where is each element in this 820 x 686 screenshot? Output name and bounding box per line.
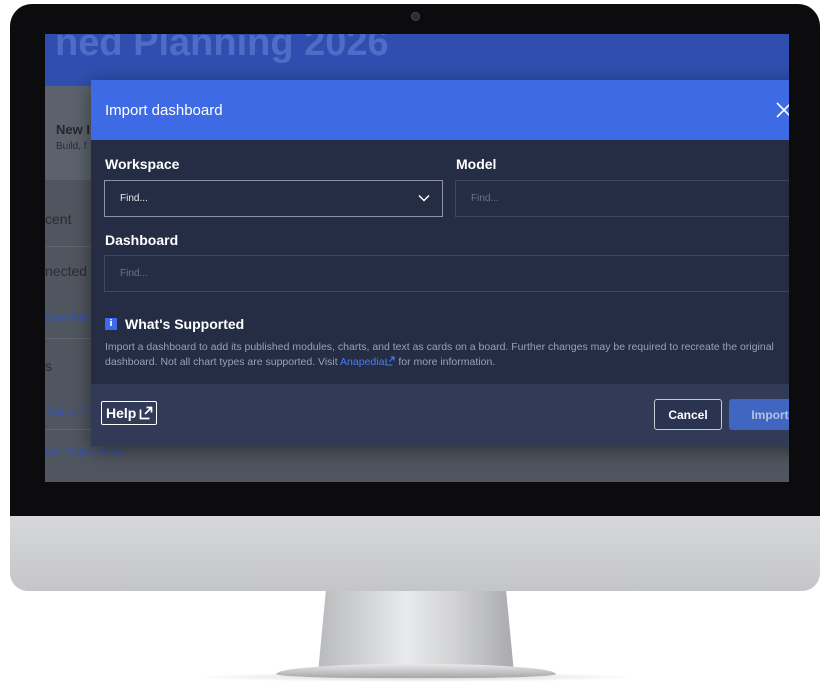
monitor-stand-neck [318,591,514,673]
workspace-label: Workspace [105,156,180,172]
section-heading: s [45,358,52,374]
webcam [411,12,420,21]
whats-supported-title: What's Supported [125,316,245,332]
divider [45,338,91,339]
anapedia-link-label: Anapedia [340,356,385,368]
import-button[interactable]: Import [729,399,789,430]
model-label: Model [456,156,497,172]
new-card-title: New I [56,122,90,137]
monitor-chin [10,516,820,591]
screen: ned Planning 2026 New I Build, f cent ne… [45,34,789,482]
dashboard-input[interactable] [104,255,789,292]
new-card-subtitle: Build, f [56,141,87,152]
import-dashboard-dialog: Import dashboard Workspace Find... Model… [91,80,789,446]
cancel-button[interactable]: Cancel [654,399,722,430]
divider [45,429,91,430]
model-input[interactable] [455,180,789,217]
connected-plan-link[interactable]: cted Pla [45,311,88,325]
app-title: ned Planning 2026 [55,34,389,64]
info-icon: i [105,318,117,330]
monitor-stand-base [276,664,556,678]
dashboard-label: Dashboard [105,232,179,248]
recent-heading: cent [45,211,72,227]
external-link-icon [385,356,395,366]
final-sales-plan-link[interactable]: nal Sales Plan [45,445,122,459]
help-button[interactable]: Help [101,401,157,425]
chevron-down-icon [418,194,430,202]
app-header: ned Planning 2026 [45,34,789,86]
workspace-select[interactable]: Find... [104,180,443,217]
anapedia-link[interactable]: Anapedia [340,356,395,368]
help-button-label: Help [106,405,137,421]
close-icon[interactable] [775,101,789,119]
divider [45,246,91,247]
whats-supported-description: Import a dashboard to add its published … [105,340,789,370]
external-link-icon [139,406,153,420]
dialog-header: Import dashboard [91,80,789,140]
workspace-select-value: Find... [120,193,148,204]
dialog-title: Import dashboard [105,102,223,119]
description-text-end: for more information. [398,356,496,368]
connected-heading: nected [45,263,88,279]
sales-plan-link[interactable]: Sales Pl [47,404,91,418]
